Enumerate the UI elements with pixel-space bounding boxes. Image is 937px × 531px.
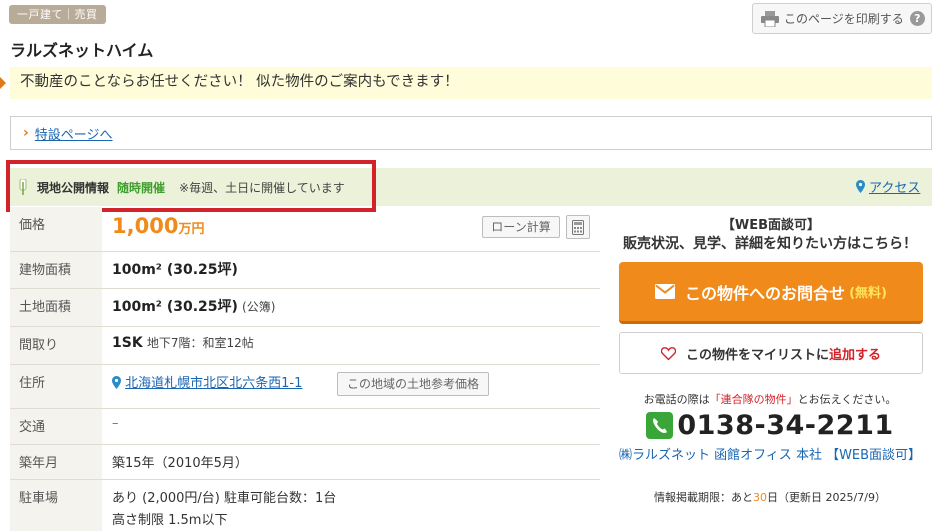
map-pin-icon [856,180,865,193]
mylist-label: この物件をマイリストに [685,347,829,363]
mail-icon [655,284,676,299]
property-type-badge: 一戸建て｜売買 [9,5,106,24]
access-link[interactable]: アクセス [869,177,920,196]
inquiry-button[interactable]: この物件へのお問合せ (無料) [619,262,923,324]
table-row: 交通 – [10,408,600,445]
table-row: 住所 北海道札幌市北区北六条西1-1 この地域の土地参考価格 [10,364,600,409]
layout-label: 間取り [10,326,102,365]
building-area-label: 建物面積 [10,251,102,289]
phone-number[interactable]: 0138-34-2211 [677,410,893,441]
address-label: 住所 [10,364,102,409]
parking-label: 駐車場 [10,479,102,531]
layout-note: 地下7階：和室12帖 [146,335,254,350]
transport-value: – [112,415,119,431]
phone-icon [646,412,674,439]
parking-line1: あり (2,000円/台) 駐車可能台数：1台 [112,490,337,506]
phone-note-post: とお伝えください。 [797,393,897,406]
web-meeting-heading: 【WEB面談可】 [721,218,821,233]
table-row: 駐車場 あり (2,000円/台) 駐車可能台数：1台 高さ制限 1.5m以下 [10,479,600,531]
transport-label: 交通 [10,408,102,445]
layout-value: 1SK [112,334,143,351]
land-area-value: 100m² (30.25坪) [112,298,238,315]
printer-icon [761,10,779,27]
parking-line2: 高さ制限 1.5m以下 [112,512,228,528]
land-area-label: 土地面積 [10,288,102,327]
special-page-link[interactable]: 特設ページへ [35,124,113,143]
table-row: 建物面積 100m² (30.25坪) [10,251,600,289]
price-label: 価格 [10,207,102,252]
mylist-action: 追加する [829,347,882,363]
expiry-pre: 情報掲載期限：あと [654,491,754,504]
inquiry-button-label: この物件へのお問合せ [685,283,846,303]
price-cell: 1,000万円 ローン計算 [102,207,600,252]
table-row: 土地面積 100m² (30.25坪) (公簿) [10,288,600,327]
help-icon[interactable]: ? [909,11,925,26]
table-row: 築年月 築15年（2010年5月） [10,444,600,480]
listing-expiry: 情報掲載期限：あと30日（更新日 2025/7/9） [608,489,932,505]
address-link[interactable]: 北海道札幌市北区北六条西1-1 [125,376,302,391]
access-link-box[interactable]: アクセス [856,177,920,196]
table-row: 間取り 1SK 地下7階：和室12帖 [10,326,600,365]
table-row: 価格 1,000万円 ローン計算 [10,207,600,252]
calculator-icon [572,219,584,235]
expiry-days: 30 [753,491,768,504]
catch-copy: 不動産のことならお任せください！ 似た物件のご案内もできます！ [10,67,932,99]
price-unit: 万円 [178,222,205,237]
company-name[interactable]: ㈱ラルズネット 函館オフィス 本社 【WEB面談可】 [608,447,932,464]
print-page-label: このページを印刷する [784,12,904,26]
highlight-frame [6,160,376,212]
loan-calc-button[interactable]: ローン計算 [482,216,560,238]
inquiry-free-label: (無料) [849,286,887,301]
map-pin-icon [112,375,121,389]
built-date-value: 築15年（2010年5月） [112,455,248,471]
inquiry-heading: 販売状況、見学、詳細を知りたい方はこちら！ [623,236,917,252]
phone-note: お電話の際は「連合隊の物件」とお伝えください。 [608,391,932,407]
price-value: 1,000 [112,214,179,238]
page-title: ラルズネットハイム [10,41,154,60]
calculator-button[interactable] [566,215,590,239]
add-to-mylist-button[interactable]: この物件をマイリストに 追加する [619,332,923,374]
phone-note-highlight: 「連合隊の物件」 [709,393,798,406]
phone-number-block: 0138-34-2211 [608,410,932,441]
area-price-button[interactable]: この地域の土地参考価格 [337,372,489,396]
chevron-right-icon: › [23,125,29,141]
built-date-label: 築年月 [10,444,102,480]
print-page-button[interactable]: このページを印刷する ? [752,3,932,34]
phone-note-pre: お電話の際は [643,393,710,406]
catch-marker-icon [0,77,6,89]
expiry-post: 日（更新日 2025/7/9） [767,491,886,504]
building-area-value: 100m² (30.25坪) [112,261,238,278]
land-area-note: (公簿) [242,299,276,314]
heart-icon [660,346,676,360]
special-page-link-box[interactable]: › 特設ページへ [10,116,932,150]
property-spec-table: 価格 1,000万円 ローン計算 建物面積 100m² (30.25坪) 土地面… [10,207,600,531]
